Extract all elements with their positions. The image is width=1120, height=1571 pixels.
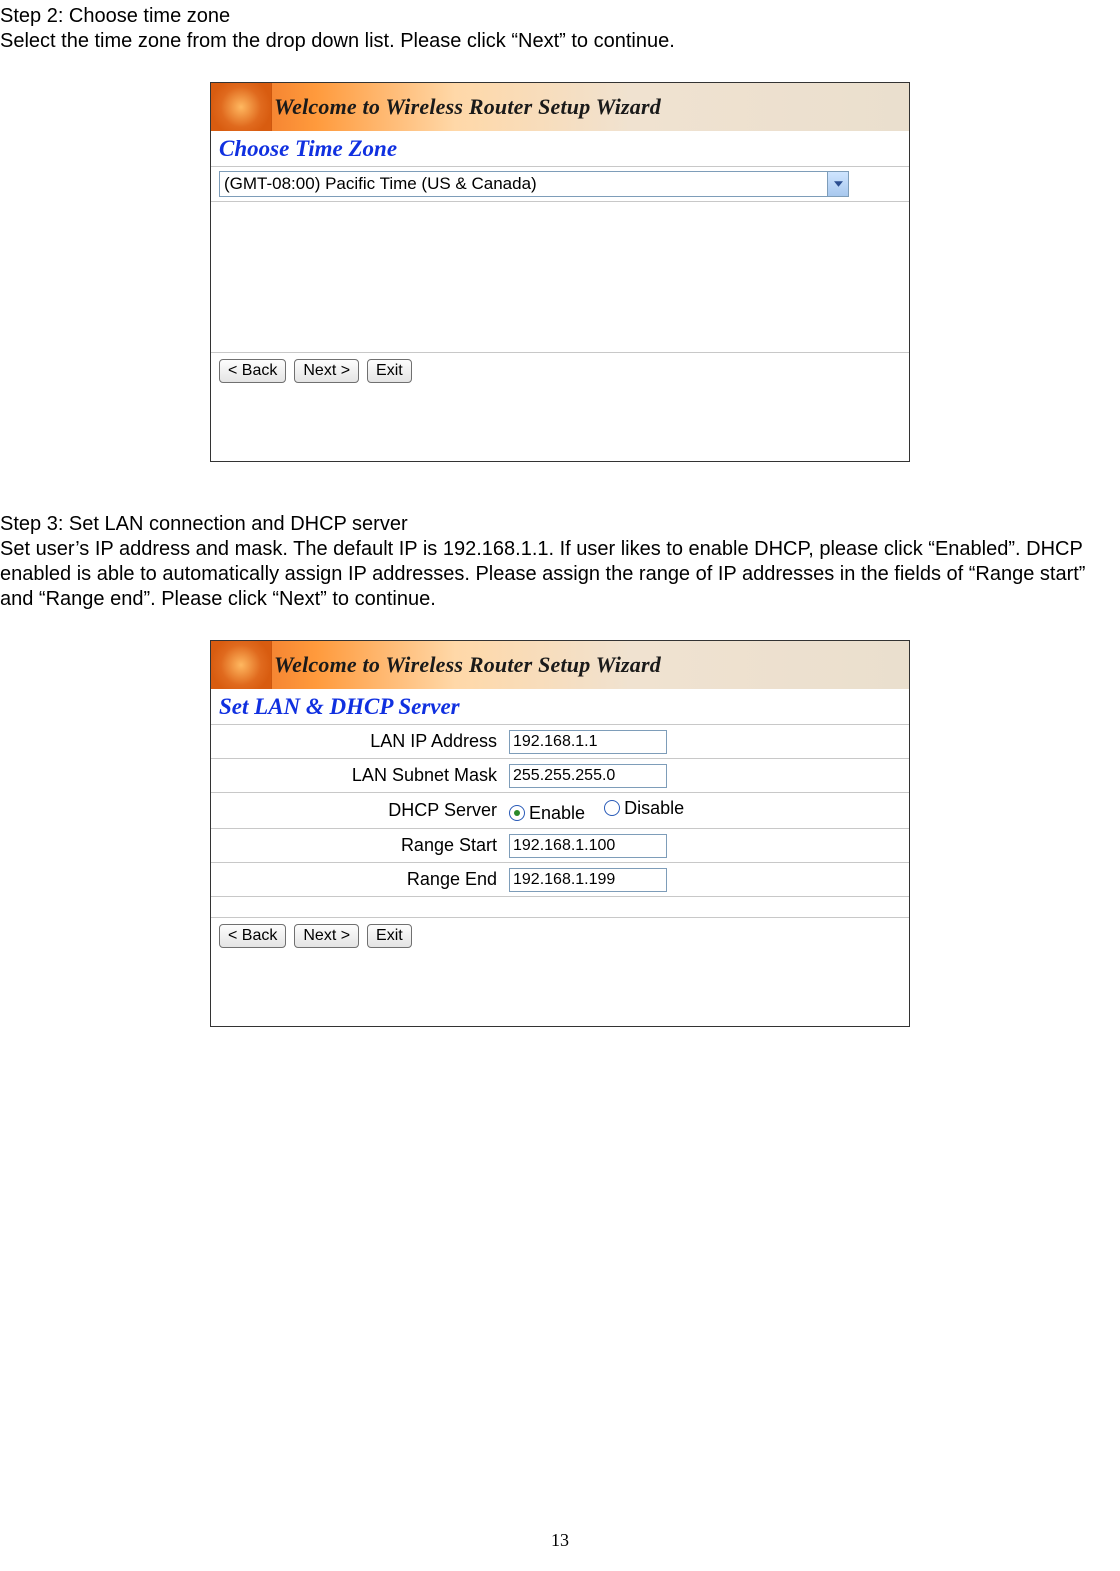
wizard-heading-timezone: Choose Time Zone: [211, 131, 909, 166]
wizard-lan-panel: Welcome to Wireless Router Setup Wizard …: [210, 640, 910, 1027]
step3-desc: Set user’s IP address and mask. The defa…: [0, 537, 1120, 612]
step3-title: Step 3: Set LAN connection and DHCP serv…: [0, 512, 1120, 537]
lan-mask-label: LAN Subnet Mask: [211, 758, 503, 792]
table-row: Range End: [211, 863, 909, 897]
banner-swirl-graphic: [211, 641, 272, 689]
dhcp-enable-radio[interactable]: Enable: [509, 802, 585, 825]
wizard-timezone-panel: Welcome to Wireless Router Setup Wizard …: [210, 82, 910, 462]
lan-mask-input[interactable]: [509, 764, 667, 788]
lan-ip-label: LAN IP Address: [211, 724, 503, 758]
step2-desc: Select the time zone from the drop down …: [0, 29, 1120, 54]
timezone-select[interactable]: [219, 171, 849, 197]
exit-button[interactable]: Exit: [367, 359, 412, 383]
dhcp-enable-label: Enable: [529, 802, 585, 825]
table-row: LAN IP Address: [211, 724, 909, 758]
exit-button[interactable]: Exit: [367, 924, 412, 948]
lan-ip-input[interactable]: [509, 730, 667, 754]
table-row: DHCP Server Enable Disable: [211, 792, 909, 829]
wizard-banner: Welcome to Wireless Router Setup Wizard: [211, 83, 909, 131]
range-end-input[interactable]: [509, 868, 667, 892]
wizard-banner: Welcome to Wireless Router Setup Wizard: [211, 641, 909, 689]
next-button[interactable]: Next >: [294, 924, 359, 948]
range-end-label: Range End: [211, 863, 503, 897]
banner-title: Welcome to Wireless Router Setup Wizard: [274, 93, 661, 121]
radio-checked-icon: [509, 805, 525, 821]
range-start-input[interactable]: [509, 834, 667, 858]
back-button[interactable]: < Back: [219, 924, 286, 948]
banner-title: Welcome to Wireless Router Setup Wizard: [274, 651, 661, 679]
banner-swirl-graphic: [211, 83, 272, 131]
step2-title: Step 2: Choose time zone: [0, 4, 1120, 29]
dhcp-disable-radio[interactable]: Disable: [604, 797, 684, 820]
wizard-heading-lan: Set LAN & DHCP Server: [211, 689, 909, 724]
back-button[interactable]: < Back: [219, 359, 286, 383]
next-button[interactable]: Next >: [294, 359, 359, 383]
dhcp-label: DHCP Server: [211, 792, 503, 829]
table-row: Range Start: [211, 829, 909, 863]
page-number: 13: [0, 1529, 1120, 1552]
radio-unchecked-icon: [604, 800, 620, 816]
dhcp-disable-label: Disable: [624, 797, 684, 820]
table-row: LAN Subnet Mask: [211, 758, 909, 792]
range-start-label: Range Start: [211, 829, 503, 863]
